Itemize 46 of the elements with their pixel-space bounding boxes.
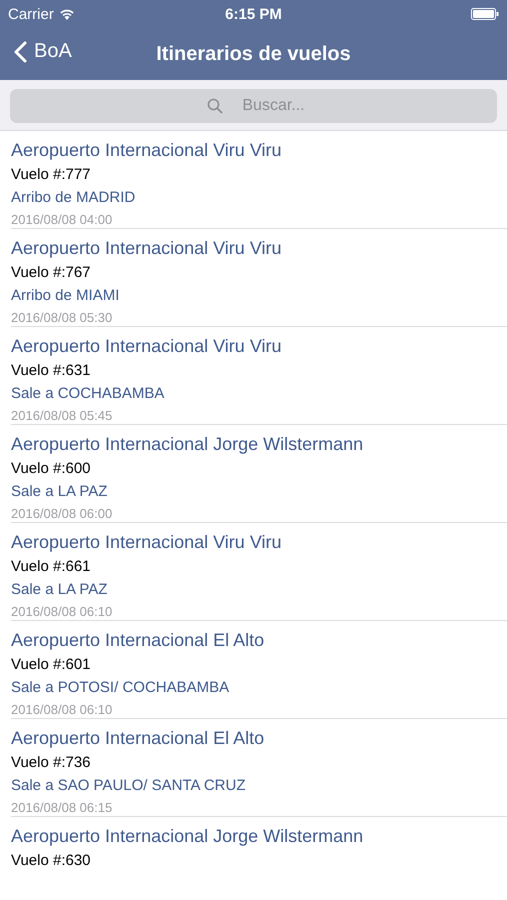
date-label: 2016/08/08 06:10	[11, 701, 114, 719]
flight-row[interactable]: Aeropuerto Internacional Viru Viru Vuelo #:661 Sale a LA PAZ 2016/08/08 06:10	[11, 523, 507, 621]
flight-number: Vuelo #:661	[11, 557, 92, 577]
airport-name: Aeropuerto Internacional Viru Viru	[11, 237, 283, 260]
flight-number: Vuelo #:631	[11, 361, 92, 381]
route-label: Sale a LA PAZ	[11, 482, 108, 502]
chevron-left-icon	[14, 40, 27, 62]
flight-number: Vuelo #:777	[11, 165, 92, 185]
airport-name: Aeropuerto Internacional El Alto	[11, 727, 266, 750]
search-field[interactable]: Buscar...	[10, 89, 497, 123]
date-label: 2016/08/08 05:45	[11, 407, 114, 425]
back-button[interactable]: BoA	[12, 38, 74, 65]
battery-icon	[470, 8, 499, 20]
flight-number: Vuelo #:767	[11, 263, 92, 283]
flight-number: Vuelo #:736	[11, 753, 92, 773]
route-label: Sale a LA PAZ	[11, 580, 108, 600]
date-label: 2016/08/08 06:00	[11, 505, 114, 523]
date-label: 2016/08/08 04:00	[11, 211, 114, 229]
date-label: 2016/08/08 06:15	[11, 799, 114, 817]
route-label: Arribo de MADRID	[11, 188, 136, 208]
wifi-icon	[58, 8, 75, 20]
airport-name: Aeropuerto Internacional Jorge Wilstermann	[11, 825, 364, 848]
airport-name: Aeropuerto Internacional Viru Viru	[11, 531, 283, 554]
carrier-label: Carrier	[8, 6, 54, 22]
airport-name: Aeropuerto Internacional Jorge Wilstermann	[11, 433, 364, 456]
route-label: Arribo de MIAMI	[11, 286, 120, 306]
airport-name: Aeropuerto Internacional Viru Viru	[11, 335, 283, 358]
flight-row[interactable]: Aeropuerto Internacional Jorge Wilstermann Vuelo #:600 Sale a LA PAZ 2016/08/08 06:00	[11, 425, 507, 523]
flight-row[interactable]: Aeropuerto Internacional Viru Viru Vuelo #:767 Arribo de MIAMI 2016/08/08 05:30	[11, 229, 507, 327]
airport-name: Aeropuerto Internacional Viru Viru	[11, 139, 283, 162]
flight-row[interactable]: Aeropuerto Internacional Viru Viru Vuelo #:777 Arribo de MADRID 2016/08/08 04:00	[11, 131, 507, 229]
route-label: Sale a POTOSI/ COCHABAMBA	[11, 678, 230, 698]
clock-label: 6:15 PM	[225, 6, 282, 22]
flight-number: Vuelo #:601	[11, 655, 92, 675]
date-label: 2016/08/08 05:30	[11, 309, 114, 327]
airport-name: Aeropuerto Internacional El Alto	[11, 629, 266, 652]
flight-row[interactable]: Aeropuerto Internacional El Alto Vuelo #:736 Sale a SAO PAULO/ SANTA CRUZ 2016/08/08 06:15	[11, 719, 507, 817]
screen-title: Itinerarios de vuelos	[156, 42, 351, 66]
flight-row[interactable]: Aeropuerto Internacional El Alto Vuelo #:601 Sale a POTOSI/ COCHABAMBA 2016/08/08 06:10	[11, 621, 507, 719]
route-label: Sale a SAO PAULO/ SANTA CRUZ	[11, 776, 247, 796]
flight-row[interactable]: Aeropuerto Internacional Jorge Wilstermann Vuelo #:630	[11, 817, 507, 900]
flight-number: Vuelo #:630	[11, 851, 92, 871]
date-label: 2016/08/08 06:10	[11, 603, 114, 621]
flight-number: Vuelo #:600	[11, 459, 92, 479]
route-label: Sale a COCHABAMBA	[11, 384, 166, 404]
flight-row[interactable]: Aeropuerto Internacional Viru Viru Vuelo #:631 Sale a COCHABAMBA 2016/08/08 05:45	[11, 327, 507, 425]
